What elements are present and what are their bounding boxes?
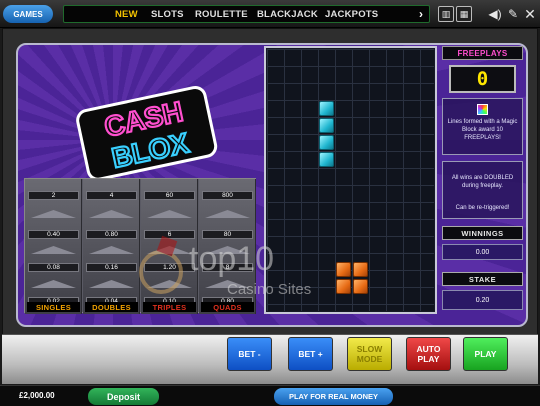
nav-new[interactable]: NEW (115, 9, 138, 20)
paytable-divider (205, 246, 250, 254)
paytable-divider (147, 246, 192, 254)
paytable: 20.400.080.02SINGLES40.800.160.04DOUBLES… (24, 178, 256, 314)
auto-play-button[interactable]: AUTO PLAY (406, 337, 451, 371)
close-icon[interactable]: ✕ (522, 6, 538, 22)
landed-block (336, 262, 351, 277)
landed-block (353, 262, 368, 277)
falling-block (319, 152, 334, 167)
game-panel: CASH BLOX 20.400.080.02SINGLES40.800.160… (16, 43, 528, 327)
paytable-value: 6 (144, 230, 195, 239)
winnings-label: WINNINGS (442, 226, 523, 240)
magic-block-text: Lines formed with a Magic Block award 10… (447, 119, 518, 141)
paytable-value: 0.80 (86, 230, 137, 239)
paytable-label: QUADS (201, 302, 254, 312)
falling-block (319, 118, 334, 133)
grid-cells (267, 49, 434, 311)
bet-plus-button[interactable]: BET + (288, 337, 333, 371)
control-bar: BET - BET + SLOW MODE AUTO PLAY PLAY (2, 334, 538, 384)
paytable-divider (147, 210, 192, 218)
paytable-value: 2 (28, 191, 79, 200)
paytable-value: 0.16 (86, 263, 137, 272)
magic-block-icon (477, 104, 488, 115)
freeplays-title: FREEPLAYS (442, 46, 523, 60)
paytable-divider (89, 280, 134, 288)
chevron-right-icon[interactable]: › (419, 7, 423, 21)
paytable-column: 40.800.160.04DOUBLES (83, 179, 140, 314)
paytable-divider (205, 210, 250, 218)
landed-block (336, 279, 351, 294)
paytable-column: 6061.200.10TRIPLES (141, 179, 198, 314)
nav-blackjack[interactable]: BLACKJACK (257, 9, 318, 20)
cash-blox-logo: CASH BLOX (76, 85, 218, 180)
slow-mode-button[interactable]: SLOW MODE (347, 337, 392, 371)
paytable-column: 8008080.80QUADS (199, 179, 256, 314)
paytable-label: TRIPLES (143, 302, 196, 312)
landed-block (353, 279, 368, 294)
paytable-divider (89, 246, 134, 254)
falling-block (319, 135, 334, 150)
top-navigation-bar: GAMES NEW SLOTS ROULETTE BLACKJACK JACKP… (0, 0, 540, 28)
nav-slots[interactable]: SLOTS (151, 9, 184, 20)
paytable-divider (147, 280, 192, 288)
deposit-button[interactable]: Deposit (88, 388, 159, 405)
doubled-text: All wins are DOUBLED during freeplay. (451, 175, 514, 189)
paytable-column: 20.400.080.02SINGLES (25, 179, 82, 314)
paytable-value: 4 (86, 191, 137, 200)
account-bar: £2,000.00 Deposit PLAY FOR REAL MONEY (0, 385, 540, 406)
wrench-icon[interactable]: ✎ (505, 6, 521, 22)
paytable-value: 800 (202, 191, 253, 200)
paytable-value: 1.20 (144, 263, 195, 272)
paytable-divider (205, 280, 250, 288)
paytable-value: 0.08 (28, 263, 79, 272)
freeplays-count: 0 (449, 65, 516, 93)
retrigger-text: Can be re-triggered! (455, 205, 510, 211)
falling-block (319, 101, 334, 116)
paytable-label: DOUBLES (85, 302, 138, 312)
paytable-divider (89, 210, 134, 218)
bet-minus-button[interactable]: BET - (227, 337, 272, 371)
game-category-nav: NEW SLOTS ROULETTE BLACKJACK JACKPOTS › (63, 5, 430, 23)
grid-icon[interactable]: ▦ (456, 6, 472, 22)
paytable-divider (31, 280, 76, 288)
play-button[interactable]: PLAY (463, 337, 508, 371)
paytable-divider (31, 246, 76, 254)
freeplay-rules: All wins are DOUBLED during freeplay. Ca… (442, 161, 523, 219)
layout-icon[interactable]: ▥ (438, 6, 454, 22)
paytable-value: 0.40 (28, 230, 79, 239)
nav-roulette[interactable]: ROULETTE (195, 9, 248, 20)
nav-jackpots[interactable]: JACKPOTS (325, 9, 378, 20)
paytable-divider (31, 210, 76, 218)
game-grid (264, 46, 437, 314)
stake-label: STAKE (442, 272, 523, 286)
paytable-value: 80 (202, 230, 253, 239)
games-button[interactable]: GAMES (3, 5, 53, 23)
balance-display: £2,000.00 (19, 391, 55, 400)
stake-value: 0.20 (442, 290, 523, 310)
paytable-value: 60 (144, 191, 195, 200)
speaker-icon[interactable]: ◀) (487, 6, 503, 22)
game-frame: CASH BLOX 20.400.080.02SINGLES40.800.160… (2, 28, 538, 336)
paytable-label: SINGLES (27, 302, 80, 312)
play-real-money-button[interactable]: PLAY FOR REAL MONEY (274, 388, 393, 405)
magic-block-info: Lines formed with a Magic Block award 10… (442, 98, 523, 155)
paytable-value: 8 (202, 263, 253, 272)
winnings-value: 0.00 (442, 244, 523, 260)
